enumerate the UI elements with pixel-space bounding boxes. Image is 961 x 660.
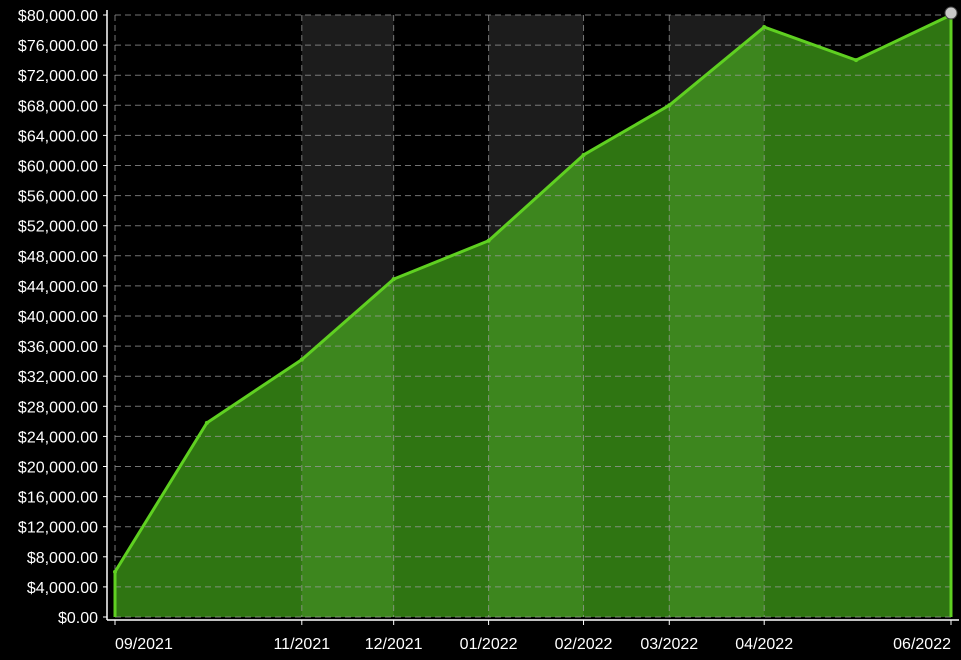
y-tick-label: $36,000.00 — [18, 339, 98, 356]
y-tick-label: $20,000.00 — [18, 460, 98, 477]
data-point — [854, 58, 859, 63]
y-tick-label: $80,000.00 — [18, 8, 98, 25]
x-tick-label: 09/2021 — [115, 636, 173, 653]
chart-container: $0.00 $4,000.00 $8,000.00 $12,000.00 $16,000… — [0, 0, 961, 655]
area-chart: $0.00 $4,000.00 $8,000.00 $12,000.00 $16,000… — [18, 6, 959, 653]
x-axis-tick-labels: 09/2021 11/2021 12/2021 01/2022 02/2022 03/20… — [115, 636, 951, 653]
y-tick-label: $16,000.00 — [18, 490, 98, 507]
x-tick-label: 12/2021 — [365, 636, 423, 653]
data-point — [204, 420, 209, 425]
y-tick-label: $68,000.00 — [18, 98, 98, 115]
y-tick-label: $24,000.00 — [18, 429, 98, 446]
y-tick-label: $44,000.00 — [18, 279, 98, 296]
x-tick-label: 03/2022 — [640, 636, 698, 653]
y-axis-tick-labels: $0.00 $4,000.00 $8,000.00 $12,000.00 $16,000… — [18, 8, 98, 627]
x-tick-label: 11/2021 — [273, 636, 330, 653]
data-point — [667, 103, 672, 108]
x-tick-label: 01/2022 — [460, 636, 518, 653]
y-tick-label: $0.00 — [58, 610, 98, 627]
y-tick-label: $60,000.00 — [18, 159, 98, 176]
y-tick-label: $52,000.00 — [18, 219, 98, 236]
x-tick-label: 02/2022 — [555, 636, 613, 653]
data-point — [762, 25, 767, 30]
y-tick-label: $56,000.00 — [18, 189, 98, 206]
x-tick-label: 04/2022 — [735, 636, 793, 653]
y-tick-label: $76,000.00 — [18, 38, 98, 55]
y-tick-label: $32,000.00 — [18, 369, 98, 386]
data-point — [486, 238, 491, 243]
data-point — [391, 277, 396, 282]
markers — [944, 6, 958, 20]
data-point — [113, 569, 117, 574]
data-point — [581, 152, 586, 157]
y-tick-label: $64,000.00 — [18, 128, 98, 145]
y-tick-label: $40,000.00 — [18, 309, 98, 326]
x-tick-label: 06/2022 — [893, 636, 951, 653]
y-tick-label: $4,000.00 — [27, 580, 98, 597]
y-tick-label: $12,000.00 — [18, 520, 98, 537]
data-point — [299, 357, 304, 362]
y-tick-label: $8,000.00 — [27, 550, 98, 567]
y-tick-label: $72,000.00 — [18, 68, 98, 85]
end-point-marker — [944, 6, 958, 20]
y-tick-label: $28,000.00 — [18, 399, 98, 416]
y-tick-label: $48,000.00 — [18, 249, 98, 266]
